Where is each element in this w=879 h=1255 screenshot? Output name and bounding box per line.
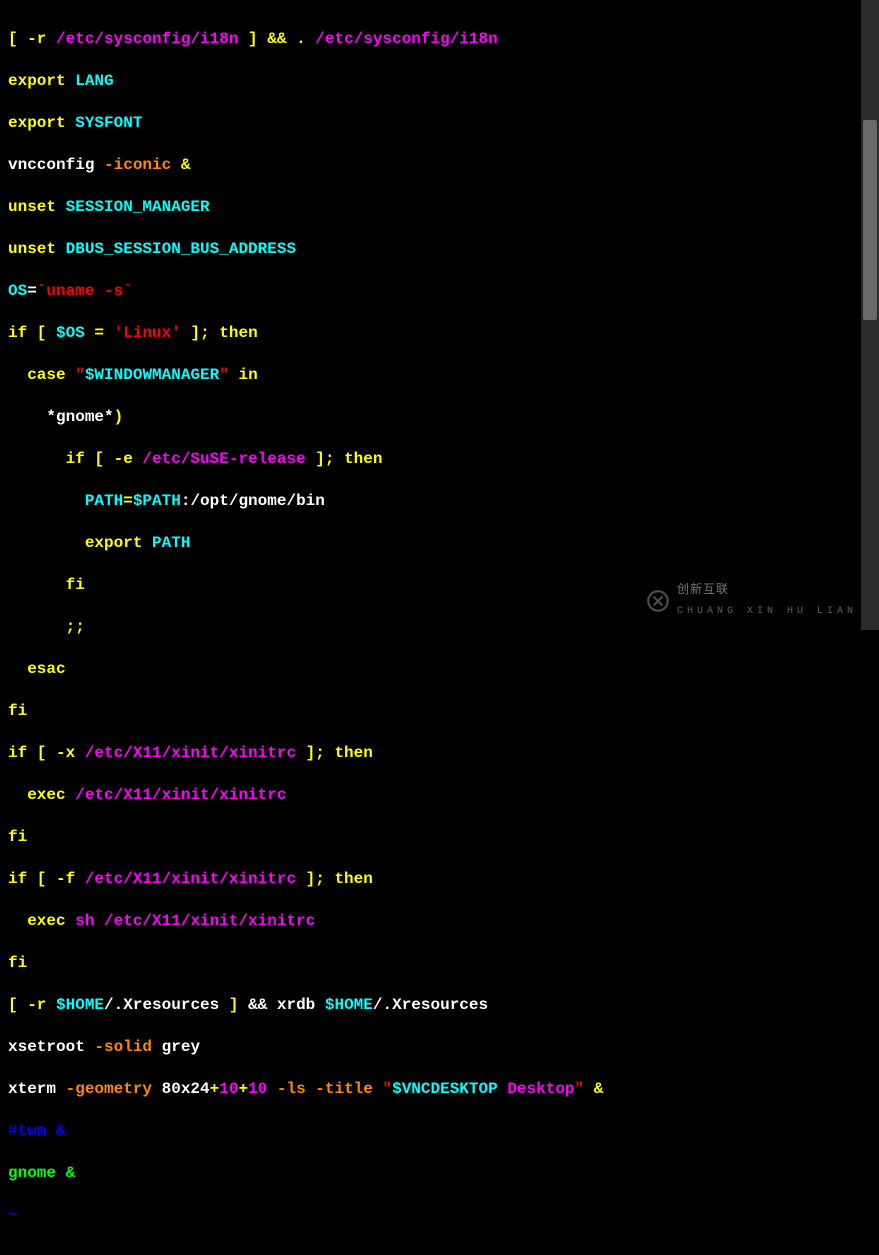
code-line: if [ -x /etc/X11/xinit/xinitrc ]; then <box>8 743 871 764</box>
code-line: [ -r /etc/sysconfig/i18n ] && . /etc/sys… <box>8 29 871 50</box>
code-line: unset SESSION_MANAGER <box>8 197 871 218</box>
code-line: esac <box>8 659 871 680</box>
code-line: export LANG <box>8 71 871 92</box>
logo-icon <box>645 588 671 614</box>
code-line: fi <box>8 953 871 974</box>
code-line: exec sh /etc/X11/xinit/xinitrc <box>8 911 871 932</box>
code-line: if [ $OS = 'Linux' ]; then <box>8 323 871 344</box>
code-line: export SYSFONT <box>8 113 871 134</box>
code-editor-viewport[interactable]: [ -r /etc/sysconfig/i18n ] && . /etc/sys… <box>0 0 879 1255</box>
code-line: vncconfig -iconic & <box>8 155 871 176</box>
vertical-scrollbar[interactable] <box>861 0 879 630</box>
code-line: export PATH <box>8 533 871 554</box>
watermark-sub: CHUANG XIN HU LIAN <box>677 601 857 622</box>
watermark-brand: 创新互联 <box>677 580 857 601</box>
code-line: PATH=$PATH:/opt/gnome/bin <box>8 491 871 512</box>
code-line: gnome & <box>8 1163 871 1184</box>
code-line: ~ <box>8 1205 871 1226</box>
code-line: *gnome*) <box>8 407 871 428</box>
code-line: #twm & <box>8 1121 871 1142</box>
code-line: xterm -geometry 80x24+10+10 -ls -title "… <box>8 1079 871 1100</box>
code-line: exec /etc/X11/xinit/xinitrc <box>8 785 871 806</box>
code-line: OS=`uname -s` <box>8 281 871 302</box>
code-line: unset DBUS_SESSION_BUS_ADDRESS <box>8 239 871 260</box>
code-line: if [ -e /etc/SuSE-release ]; then <box>8 449 871 470</box>
code-line: xsetroot -solid grey <box>8 1037 871 1058</box>
code-line: case "$WINDOWMANAGER" in <box>8 365 871 386</box>
watermark-logo: 创新互联 CHUANG XIN HU LIAN <box>645 580 857 622</box>
scrollbar-thumb[interactable] <box>863 120 877 320</box>
code-line: if [ -f /etc/X11/xinit/xinitrc ]; then <box>8 869 871 890</box>
code-line: [ -r $HOME/.Xresources ] && xrdb $HOME/.… <box>8 995 871 1016</box>
code-line: fi <box>8 701 871 722</box>
code-line: fi <box>8 827 871 848</box>
